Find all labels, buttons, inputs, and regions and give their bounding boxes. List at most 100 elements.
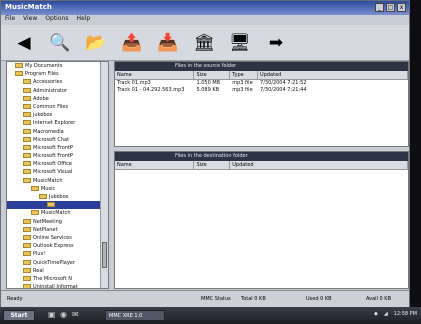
destination-column-headers: Name Size Updated — [115, 161, 408, 170]
tree-item[interactable]: Microsoft Office — [7, 160, 108, 168]
file-name: Track 01.mp3 — [117, 80, 151, 86]
file-type: mp3 file — [232, 87, 253, 93]
source-file-list: Files in the source folder Name Size Typ… — [114, 61, 409, 147]
tree-scrollbar[interactable] — [100, 62, 108, 288]
col-name[interactable]: Name — [115, 71, 195, 79]
bank-icon[interactable]: 🏛 — [191, 30, 217, 56]
tree-item[interactable]: Administrator — [7, 87, 108, 95]
folder-icon — [23, 275, 31, 281]
tree-item[interactable]: jukebox — [7, 111, 108, 119]
tree-item[interactable]: Program Files — [7, 70, 108, 78]
folder-tree[interactable]: My Documents Program Files Accessories Admi… — [6, 61, 109, 289]
tree-item[interactable]: The Microsoft N — [7, 275, 108, 283]
status-bar: Ready MMC Status Total 0 KB Used 0 KB Av… — [1, 290, 409, 307]
tree-item-label: Microsoft FrontP — [33, 153, 74, 160]
tree-item[interactable]: MusicMatch — [7, 209, 108, 217]
tree-item[interactable]: Online Services — [7, 234, 108, 242]
tree-item[interactable]: Plus! — [7, 250, 108, 258]
tree-item[interactable]: Microsoft Visual — [7, 168, 108, 176]
tree-item[interactable]: Uninstall Informat — [7, 283, 108, 288]
tree-item-label: Administrator — [33, 87, 68, 94]
tree-item[interactable]: Jukebox — [7, 193, 108, 201]
tree-item[interactable]: My Documents — [7, 62, 108, 70]
taskbar-item[interactable]: MMC XRE 1.0 — [105, 310, 165, 321]
col-size[interactable]: Size — [194, 71, 231, 79]
tree-item[interactable]: Music — [7, 185, 108, 193]
col-name[interactable]: Name — [115, 161, 195, 169]
tree-item[interactable]: NetMeeting — [7, 218, 108, 226]
folder-icon — [23, 79, 31, 85]
table-row[interactable]: Track 01 - 04.292.563.mp3 5.089 KB mp3 f… — [115, 87, 408, 94]
col-size[interactable]: Size — [194, 161, 231, 169]
total-space: Total 0 KB — [241, 296, 266, 302]
browser-icon[interactable]: ◉ — [60, 310, 67, 319]
clock: 12:58 PM — [393, 311, 417, 317]
folder-icon — [31, 210, 39, 216]
search-icon[interactable]: 🔍 — [47, 30, 73, 56]
folder-icon — [39, 194, 47, 199]
folder-icon — [23, 161, 31, 167]
scroll-thumb[interactable] — [102, 242, 107, 268]
tree-item[interactable]: Outlook Express — [7, 242, 108, 250]
table-row[interactable]: Track 01.mp3 1.050 MB mp3 file 7/30/2004… — [115, 80, 408, 87]
file-size: 1.050 MB — [196, 80, 221, 86]
tree-item[interactable]: MusicMatch — [7, 177, 108, 185]
tree-item[interactable]: QuickTimePlayer — [7, 259, 108, 267]
folder-icon — [23, 226, 31, 232]
tree-item[interactable]: Adobe — [7, 95, 108, 103]
network-icon[interactable]: ◆ — [374, 311, 378, 317]
folder-icon — [15, 71, 23, 77]
exit-icon[interactable]: ➡ — [263, 30, 289, 56]
menu-help[interactable]: Help — [76, 15, 90, 25]
destination-pane-header: Files in the destination folder — [115, 152, 408, 161]
folder-icon — [23, 87, 31, 93]
menu-file[interactable]: File — [5, 15, 15, 25]
folder-icon — [47, 202, 55, 208]
close-button[interactable]: x — [397, 3, 406, 12]
col-type[interactable]: Type — [230, 71, 259, 79]
start-button[interactable]: Start — [3, 310, 35, 321]
tree-item[interactable]: Microsoft Chat — [7, 136, 108, 144]
window-title: MusicMatch — [5, 3, 52, 11]
tree-item[interactable]: Common Files — [7, 103, 108, 111]
menu-view[interactable]: View — [23, 15, 37, 25]
tree-item[interactable]: Microsoft FrontP — [7, 152, 108, 160]
folder-icon — [23, 153, 31, 159]
mail-icon[interactable]: ✉ — [72, 310, 79, 319]
tree-item[interactable]: Real — [7, 267, 108, 275]
tree-item[interactable]: Internet Explorer — [7, 119, 108, 127]
move-icon[interactable]: 📤 — [119, 30, 145, 56]
col-updated[interactable]: Updated — [258, 71, 408, 79]
col-updated[interactable]: Updated — [230, 161, 408, 169]
maximize-button[interactable]: □ — [386, 3, 395, 12]
menu-bar: File View Options Help — [1, 15, 409, 25]
copy-icon[interactable]: 📥 — [155, 30, 181, 56]
folder-icon — [23, 267, 31, 273]
menu-options[interactable]: Options — [45, 15, 68, 25]
tree-item-label: jukebox — [33, 112, 53, 119]
folder-icon — [23, 259, 31, 265]
minimize-button[interactable]: _ — [375, 3, 384, 12]
tree-item-label: Real — [33, 267, 44, 274]
file-type: mp3 file — [232, 80, 253, 86]
back-icon[interactable]: ◀ — [11, 30, 37, 56]
tree-item-label: Adobe — [33, 95, 49, 102]
tree-item-label: Music — [41, 185, 56, 192]
tree-item[interactable]: Macromedia — [7, 128, 108, 136]
folder-icon — [23, 284, 31, 288]
volume-icon[interactable]: ◢ — [384, 311, 388, 317]
source-column-headers: Name Size Type Updated — [115, 71, 408, 80]
tree-item-label: Microsoft Office — [33, 161, 72, 168]
folder-icon — [23, 177, 31, 183]
source-pane-header: Files in the source folder — [115, 62, 408, 71]
tree-item[interactable] — [7, 201, 108, 210]
folder-icon — [15, 63, 23, 68]
folder-icon[interactable]: 📂 — [83, 30, 109, 56]
display-icon[interactable]: 🖥 — [227, 30, 253, 56]
tree-item[interactable]: Microsoft FrontP — [7, 144, 108, 152]
tree-item[interactable]: NetPlanet — [7, 226, 108, 234]
tree-item-label: Online Services — [33, 234, 72, 241]
tree-item[interactable]: Accessories — [7, 78, 108, 86]
tree-item-label: Accessories — [33, 79, 63, 86]
desktop-icon[interactable]: ▣ — [48, 310, 56, 319]
